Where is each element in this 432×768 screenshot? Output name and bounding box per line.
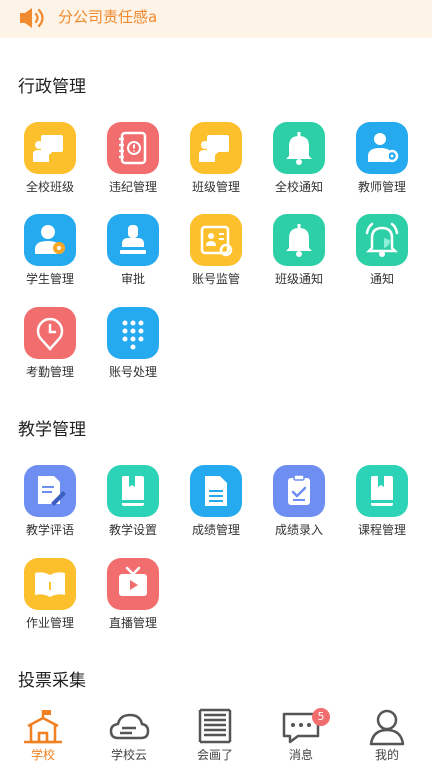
tile-teaching-comments[interactable]: 教学评语	[8, 465, 92, 555]
tile-grade-entry[interactable]: 成绩录入	[257, 465, 341, 555]
nav-label: 会画了	[196, 748, 233, 762]
tile-label: 成绩管理	[191, 523, 240, 537]
id-card-settings-icon	[190, 214, 242, 266]
tile-class-notice[interactable]: 班级通知	[257, 214, 341, 304]
bottom-nav: 学校 学校云 会画了 5 消息 我的	[0, 700, 432, 768]
open-book-icon	[24, 558, 76, 610]
tile-label: 班级管理	[191, 180, 240, 194]
tile-homework-management[interactable]: 作业管理	[8, 558, 92, 648]
tile-label: 课程管理	[357, 523, 406, 537]
nav-label: 我的	[374, 748, 399, 762]
tile-label: 违纪管理	[108, 180, 157, 194]
tile-account-supervision[interactable]: 账号监管	[174, 214, 258, 304]
clock-pin-icon	[24, 307, 76, 359]
notice-text: 分公司责任感a	[58, 8, 158, 26]
cloud-icon	[109, 713, 150, 740]
tile-grade-management[interactable]: 成绩管理	[174, 465, 258, 555]
tile-teacher-management[interactable]: 教师管理	[340, 122, 424, 212]
tile-teaching-settings[interactable]: 教学设置	[91, 465, 175, 555]
nav-label: 学校	[30, 748, 55, 762]
tile-discipline[interactable]: 违纪管理	[91, 122, 175, 212]
teacher-settings-icon	[356, 122, 408, 174]
tile-label: 学生管理	[25, 272, 74, 286]
tile-notice[interactable]: 通知	[340, 214, 424, 304]
teacher-board-icon	[190, 122, 242, 174]
tile-label: 作业管理	[25, 616, 74, 630]
tile-label: 账号监管	[191, 272, 240, 286]
tile-label: 考勤管理	[25, 365, 74, 379]
section-title-vote: 投票采集	[18, 671, 86, 691]
tile-label: 教学设置	[108, 523, 157, 537]
bell-icon	[273, 122, 325, 174]
bell-ring-icon	[356, 214, 408, 266]
notice-bar[interactable]: 分公司责任感a	[0, 0, 432, 38]
document-pen-icon	[24, 465, 76, 517]
tile-label: 审批	[120, 272, 145, 286]
user-icon	[369, 709, 405, 746]
speaker-icon	[18, 6, 48, 30]
tile-course-management[interactable]: 课程管理	[340, 465, 424, 555]
document-lines-icon	[190, 465, 242, 517]
nav-label: 消息	[288, 748, 313, 762]
tile-label: 教师管理	[357, 180, 406, 194]
keypad-icon	[107, 307, 159, 359]
tile-student-management[interactable]: 学生管理	[8, 214, 92, 304]
student-settings-icon	[24, 214, 76, 266]
nav-item-school-cloud[interactable]: 学校云	[86, 700, 172, 768]
section-title-admin: 行政管理	[18, 77, 86, 97]
tile-all-classes[interactable]: 全校班级	[8, 122, 92, 212]
bell-icon	[273, 214, 325, 266]
book-icon	[356, 465, 408, 517]
tile-label: 直播管理	[108, 616, 157, 630]
section-title-teaching: 教学管理	[18, 420, 86, 440]
nav-label: 学校云	[110, 748, 147, 762]
tile-label: 全校班级	[25, 180, 74, 194]
teacher-board-icon	[24, 122, 76, 174]
checklist-icon	[273, 465, 325, 517]
notebook-alert-icon	[107, 122, 159, 174]
tv-play-icon	[107, 558, 159, 610]
tile-label: 成绩录入	[274, 523, 323, 537]
school-icon	[24, 710, 62, 744]
book-stack-icon	[198, 708, 232, 744]
tile-school-notice[interactable]: 全校通知	[257, 122, 341, 212]
book-icon	[107, 465, 159, 517]
stamp-icon	[107, 214, 159, 266]
tile-label: 班级通知	[274, 272, 323, 286]
nav-item-me[interactable]: 我的	[344, 700, 430, 768]
tile-attendance[interactable]: 考勤管理	[8, 307, 92, 397]
tile-account-processing[interactable]: 账号处理	[91, 307, 175, 397]
tile-live-management[interactable]: 直播管理	[91, 558, 175, 648]
tile-class-management[interactable]: 班级管理	[174, 122, 258, 212]
tile-label: 教学评语	[25, 523, 74, 537]
tile-label: 账号处理	[108, 365, 157, 379]
tile-approval[interactable]: 审批	[91, 214, 175, 304]
unread-badge: 5	[312, 708, 330, 726]
nav-item-school[interactable]: 学校	[0, 700, 86, 768]
tile-label: 全校通知	[274, 180, 323, 194]
tile-label: 通知	[369, 272, 394, 286]
nav-item-messages[interactable]: 5 消息	[258, 700, 344, 768]
nav-item-painting[interactable]: 会画了	[172, 700, 258, 768]
